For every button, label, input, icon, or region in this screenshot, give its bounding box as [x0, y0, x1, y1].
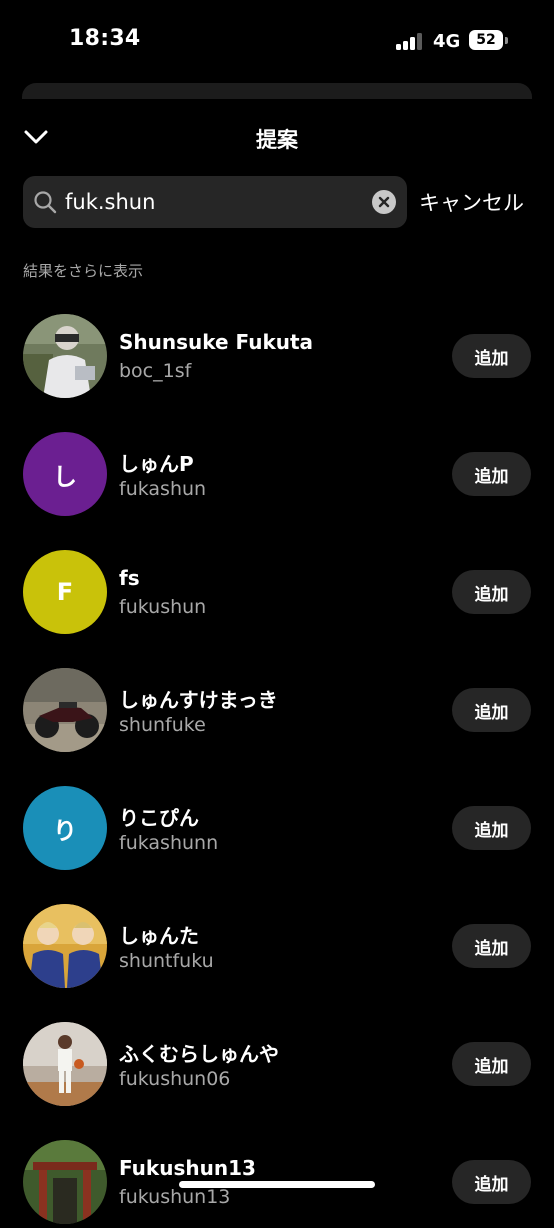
clear-circle-icon [378, 196, 390, 208]
user-display-name: しゅんP [119, 452, 194, 476]
result-row[interactable]: F fs fukushun 追加 [0, 548, 554, 638]
more-results-link[interactable]: 結果をさらに表示 [23, 260, 143, 281]
user-display-name: りこぴん [119, 806, 199, 830]
user-display-name: fs [119, 566, 140, 590]
clear-search-button[interactable] [372, 190, 396, 214]
user-handle: fukashun [119, 478, 207, 500]
search-box[interactable] [23, 176, 407, 228]
avatar: し [23, 432, 107, 516]
user-handle: fukushun13 [119, 1186, 231, 1208]
add-button[interactable]: 追加 [452, 1042, 531, 1086]
search-row: キャンセル [23, 176, 533, 228]
user-display-name: Fukushun13 [119, 1156, 256, 1180]
network-type: 4G [433, 31, 461, 52]
user-display-name: Shunsuke Fukuta [119, 330, 314, 354]
avatar [23, 668, 107, 752]
add-button[interactable]: 追加 [452, 806, 531, 850]
user-handle: fukashunn [119, 832, 219, 854]
avatar-initial: F [56, 578, 74, 606]
result-row[interactable]: しゅんた shuntfuku 追加 [0, 902, 554, 992]
add-button[interactable]: 追加 [452, 688, 531, 732]
search-icon [34, 191, 57, 214]
user-display-name: しゅんすけまっき [119, 688, 278, 712]
result-row[interactable]: ふくむらしゅんや fukushun06 追加 [0, 1020, 554, 1110]
home-indicator[interactable] [179, 1181, 375, 1188]
add-button[interactable]: 追加 [452, 1160, 531, 1204]
result-row[interactable]: しゅんすけまっき shunfuke 追加 [0, 666, 554, 756]
avatar [23, 904, 107, 988]
user-handle: fukushun [119, 596, 207, 618]
add-button[interactable]: 追加 [452, 334, 531, 378]
battery-level: 52 [476, 32, 496, 48]
avatar [23, 1140, 107, 1224]
battery-icon: 52 [469, 30, 503, 50]
cancel-button[interactable]: キャンセル [419, 187, 524, 217]
user-display-name: ふくむらしゅんや [119, 1042, 279, 1066]
user-handle: shunfuke [119, 714, 206, 736]
avatar-initial: り [53, 816, 77, 845]
search-input[interactable] [65, 176, 365, 228]
background-sheet-edge [22, 83, 532, 99]
avatar [23, 314, 107, 398]
avatar [23, 1022, 107, 1106]
user-handle: fukushun06 [119, 1068, 231, 1090]
battery-tip [505, 37, 508, 44]
result-row[interactable]: り りこぴん fukashunn 追加 [0, 784, 554, 874]
status-bar: 18:34 4G 52 [0, 0, 554, 80]
avatar: F [23, 550, 107, 634]
status-time: 18:34 [69, 26, 141, 51]
result-row[interactable]: し しゅんP fukashun 追加 [0, 430, 554, 520]
sheet-title: 提案 [256, 128, 298, 152]
add-button[interactable]: 追加 [452, 452, 531, 496]
result-row[interactable]: Shunsuke Fukuta boc_1sf 追加 [0, 312, 554, 402]
avatar-initial: し [53, 462, 77, 491]
user-handle: shuntfuku [119, 950, 214, 972]
add-button[interactable]: 追加 [452, 924, 531, 968]
sheet-header: 提案 [0, 112, 554, 162]
add-button[interactable]: 追加 [452, 570, 531, 614]
avatar: り [23, 786, 107, 870]
user-display-name: しゅんた [119, 924, 199, 948]
user-handle: boc_1sf [119, 360, 192, 382]
cellular-signal-icon [396, 33, 426, 50]
